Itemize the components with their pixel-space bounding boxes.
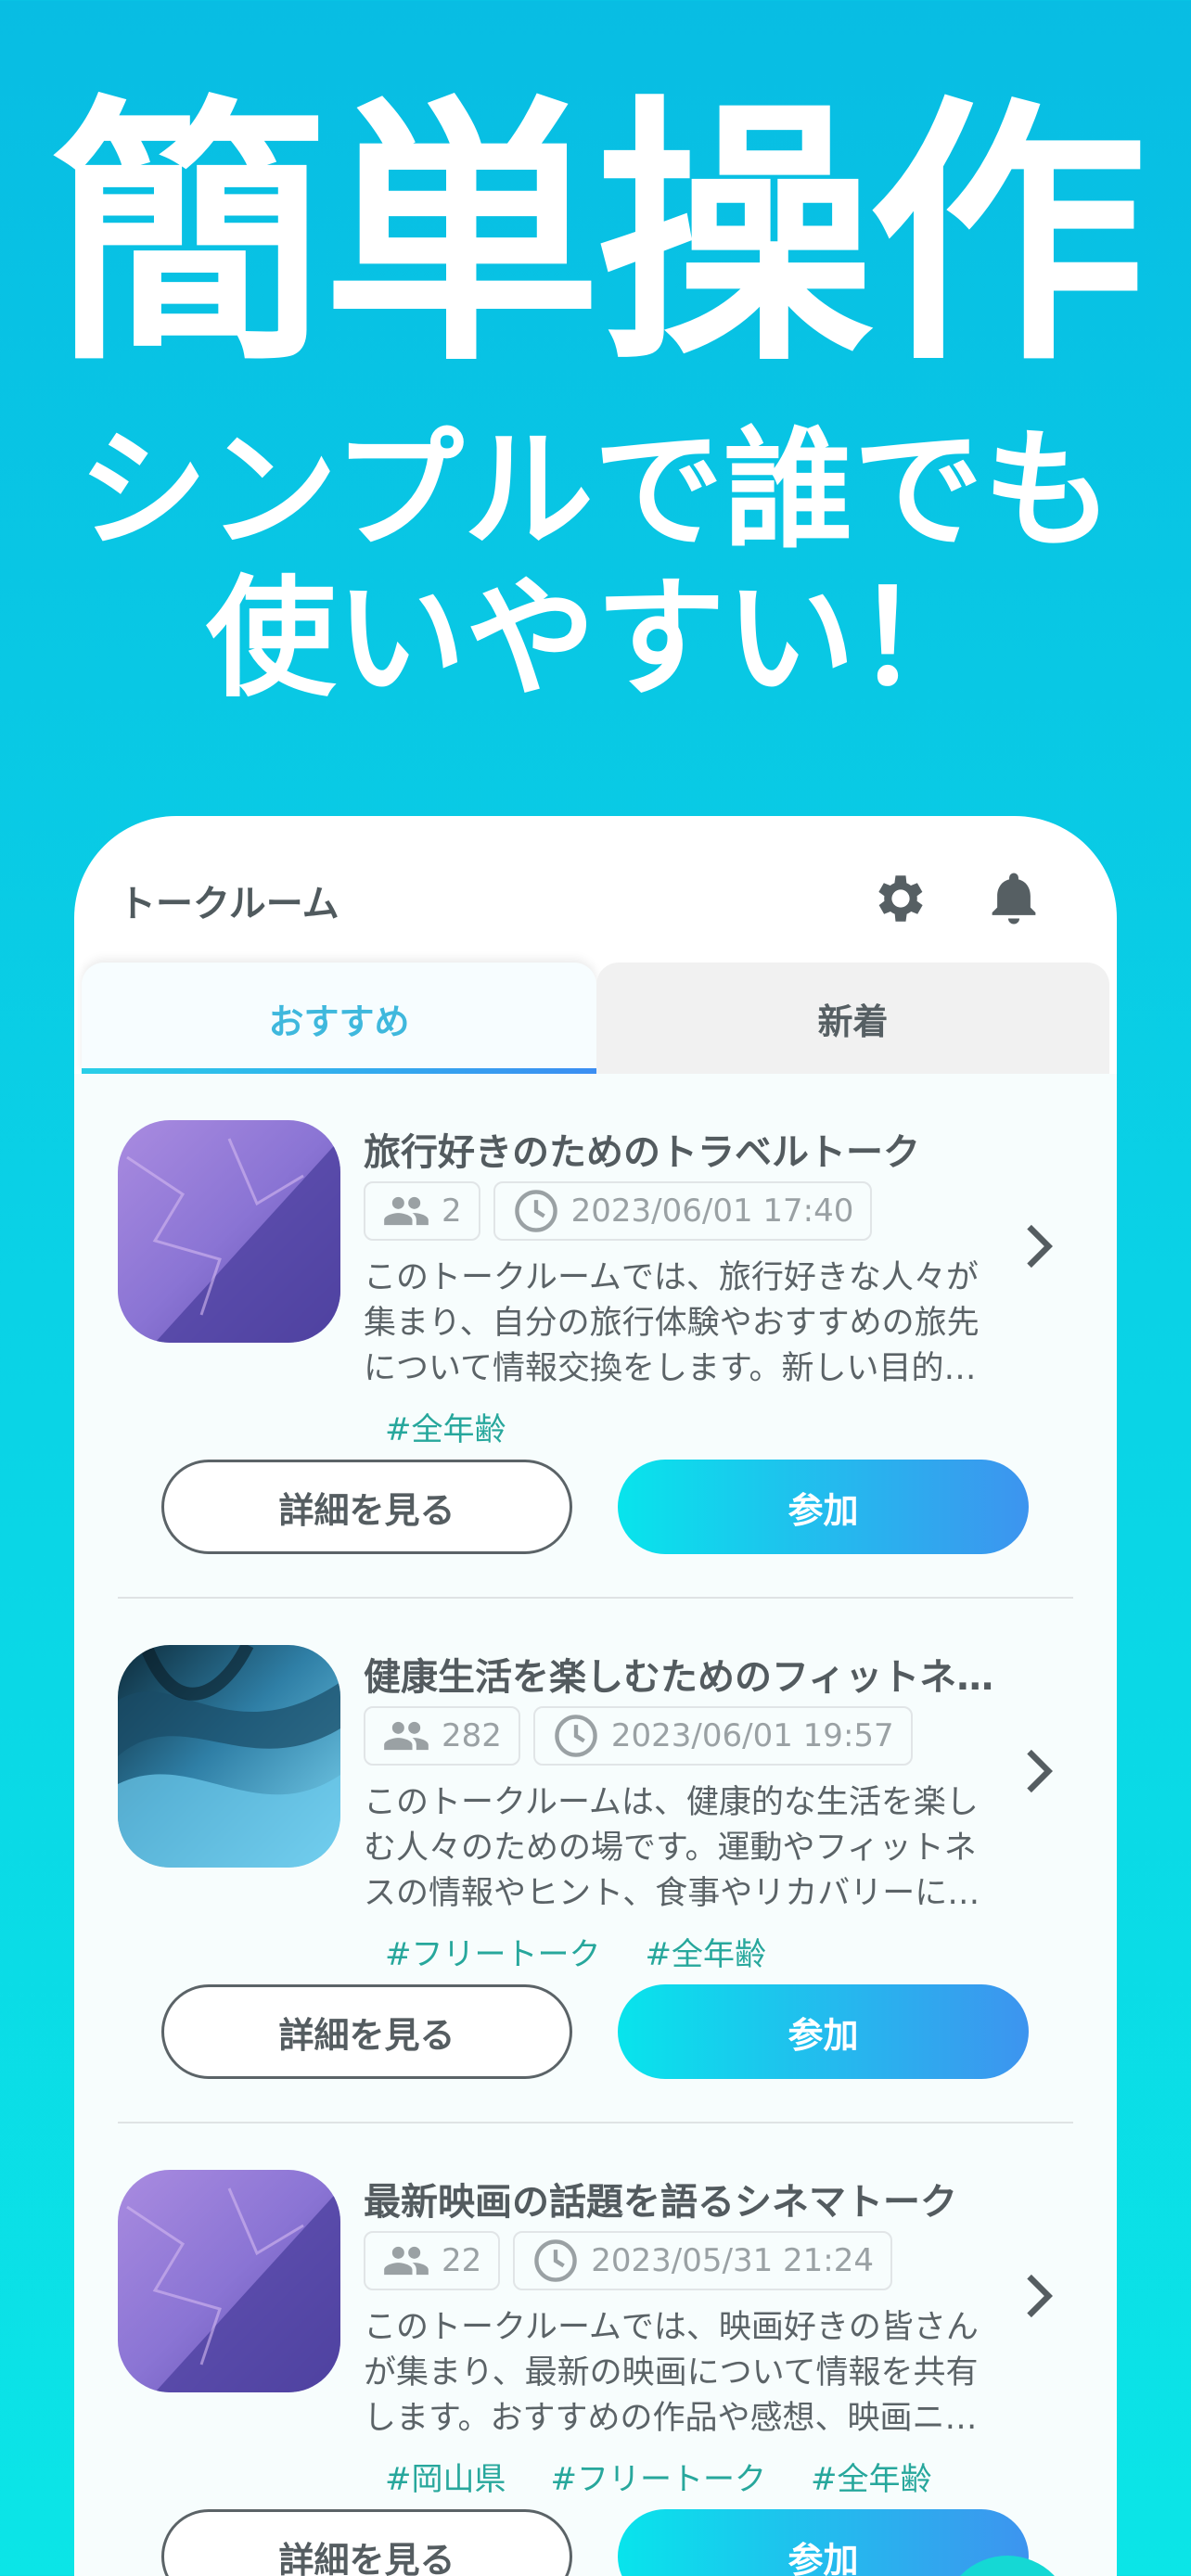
- room-meta: 282 2023/06/01 19:57: [364, 1706, 913, 1766]
- chevron-right-icon[interactable]: [1022, 2272, 1056, 2320]
- room-title: 最新映画の話題を語るシネマトーク: [364, 2181, 957, 2224]
- room-title: 旅行好きのためのトラベルトーク: [364, 1131, 920, 1174]
- view-details-button[interactable]: 詳細を見る: [161, 1984, 572, 2079]
- member-count: 22: [442, 2242, 482, 2279]
- room-description: このトークルームでは、映画好きの皆さんが集まり、最新の映画について情報を共有しま…: [364, 2309, 979, 2437]
- clock-icon: [514, 1190, 557, 1232]
- room-thumbnail[interactable]: [118, 1645, 340, 1868]
- room-meta: 2 2023/06/01 17:40: [364, 1181, 873, 1241]
- join-button[interactable]: 参加: [618, 1984, 1029, 2079]
- room-tag[interactable]: #全年齢: [385, 1404, 506, 1449]
- people-icon: [384, 2246, 429, 2276]
- chevron-right-icon[interactable]: [1022, 1222, 1056, 1270]
- member-count-chip: 2: [364, 1181, 480, 1241]
- room-description: このトークルームでは、旅行好きな人々が集まり、自分の旅行体験やおすすめの旅先につ…: [364, 1259, 980, 1387]
- blue-silk-image: [118, 1645, 340, 1868]
- tab-new[interactable]: 新着: [596, 963, 1109, 1074]
- room-list: 旅行好きのためのトラベルトーク 2 2023/06/01 17:40 このトーク…: [74, 1074, 1117, 2576]
- room-tag[interactable]: #全年齢: [811, 2454, 932, 2499]
- room-thumbnail[interactable]: [118, 1120, 340, 1343]
- view-details-button[interactable]: 詳細を見る: [161, 1460, 572, 1554]
- clock-icon: [555, 1715, 597, 1757]
- clock-icon: [534, 2239, 578, 2282]
- room-tag[interactable]: #フリートーク: [551, 2454, 767, 2499]
- join-button[interactable]: 参加: [618, 2509, 1029, 2576]
- room-thumbnail[interactable]: [118, 2170, 340, 2392]
- room-tag[interactable]: #全年齢: [646, 1929, 767, 1974]
- people-icon: [384, 1721, 429, 1751]
- app-header: トークルーム: [74, 816, 1117, 964]
- view-details-button[interactable]: 詳細を見る: [161, 2509, 572, 2576]
- member-count: 2: [442, 1192, 462, 1230]
- room-card: 最新映画の話題を語るシネマトーク 22 2023/05/31 21:24 このト…: [74, 2123, 1117, 2576]
- room-tags: #岡山県 #フリートーク #全年齢: [385, 2454, 932, 2499]
- phone-frame: トークルーム おすすめ 新着 旅行好きのためのトラベルトーク 2 2023/06…: [74, 816, 1117, 2576]
- chevron-right-icon[interactable]: [1022, 1747, 1056, 1795]
- member-count-chip: 22: [364, 2231, 501, 2290]
- room-meta: 22 2023/05/31 21:24: [364, 2231, 893, 2290]
- room-tags: #フリートーク #全年齢: [385, 1929, 766, 1974]
- purple-paper-image: [118, 1120, 340, 1343]
- join-button[interactable]: 参加: [618, 1460, 1029, 1554]
- people-icon: [384, 1196, 429, 1226]
- room-tag[interactable]: #フリートーク: [385, 1929, 601, 1974]
- room-datetime: 2023/05/31 21:24: [591, 2242, 875, 2279]
- room-tag[interactable]: #岡山県: [385, 2454, 506, 2499]
- hero-title: 簡単操作: [50, 74, 1146, 398]
- purple-paper-image: [118, 2170, 340, 2392]
- room-tags: #全年齢: [385, 1404, 506, 1449]
- room-card: 健康生活を楽しむためのフィットネ… 282 2023/06/01 19:57 こ…: [74, 1599, 1117, 2123]
- datetime-chip: 2023/06/01 17:40: [493, 1181, 873, 1241]
- bell-icon[interactable]: [983, 868, 1044, 929]
- member-count-chip: 282: [364, 1706, 520, 1766]
- datetime-chip: 2023/05/31 21:24: [513, 2231, 893, 2290]
- tab-recommended[interactable]: おすすめ: [82, 963, 596, 1074]
- datetime-chip: 2023/06/01 19:57: [532, 1706, 913, 1766]
- room-description: このトークルームは、健康的な生活を楽しむ人々のための場です。運動やフィットネスの…: [364, 1784, 980, 1912]
- member-count: 282: [442, 1717, 502, 1754]
- gear-icon[interactable]: [870, 868, 931, 929]
- header-title: トークルーム: [119, 883, 339, 925]
- tab-bar: おすすめ 新着: [82, 963, 1109, 1074]
- room-title: 健康生活を楽しむためのフィットネ…: [364, 1656, 994, 1699]
- room-datetime: 2023/06/01 17:40: [570, 1192, 854, 1230]
- room-card: 旅行好きのためのトラベルトーク 2 2023/06/01 17:40 このトーク…: [74, 1074, 1117, 1599]
- hero-subtitle-line1: シンプルで誰でも: [78, 415, 1113, 567]
- hero-subtitle-line2: 使いやすい！: [205, 564, 985, 715]
- room-datetime: 2023/06/01 19:57: [610, 1717, 894, 1754]
